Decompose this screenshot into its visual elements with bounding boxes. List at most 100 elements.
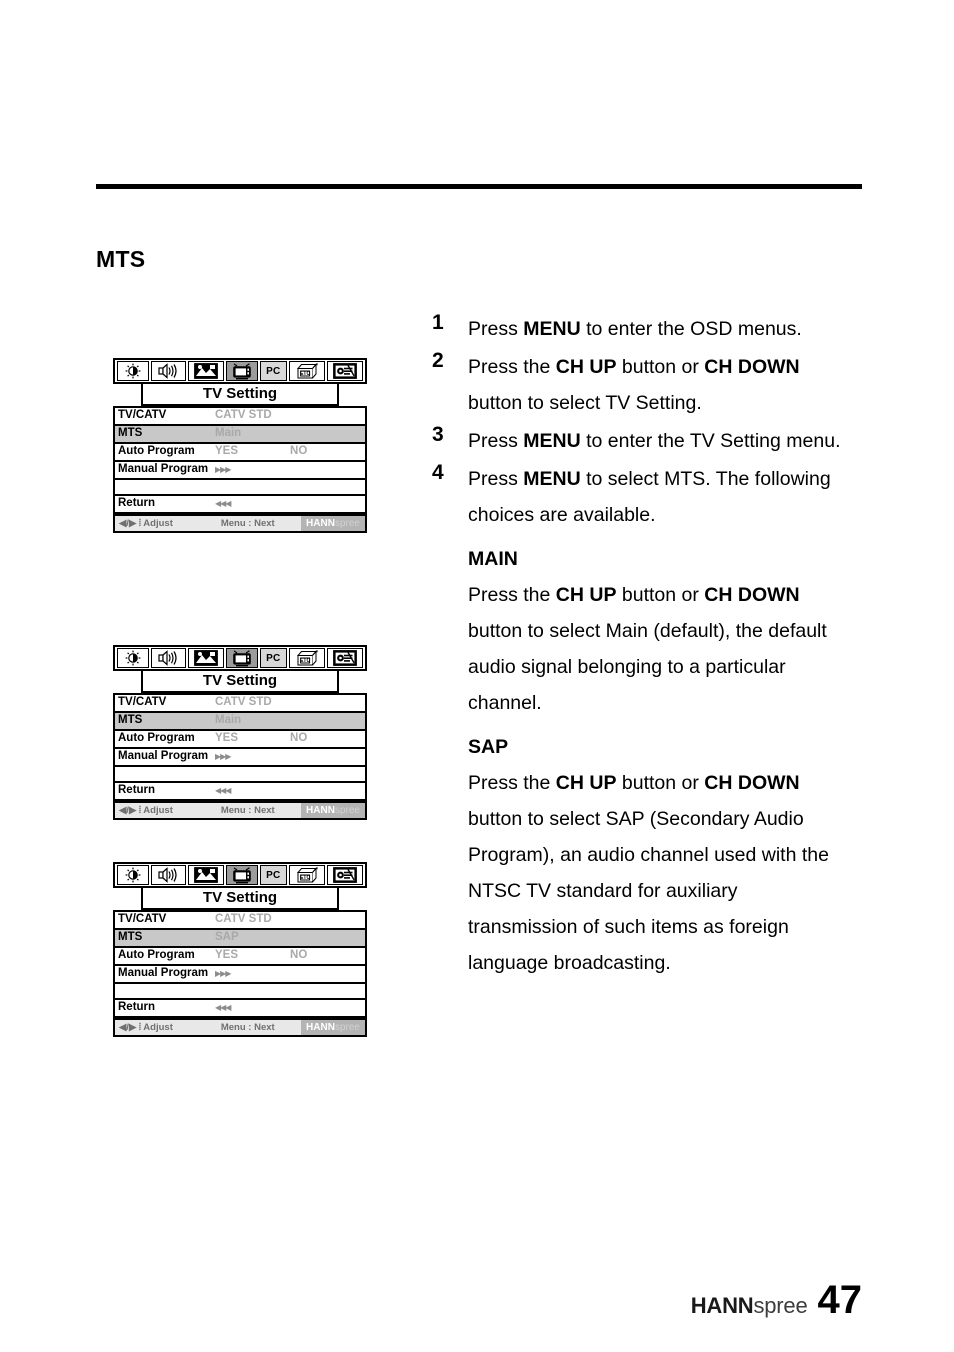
choice-description: Press the CH UP button or CH DOWN button… xyxy=(468,577,852,721)
osd-row[interactable]: Return ◀◀◀ xyxy=(115,1000,365,1018)
setup-tools-icon[interactable] xyxy=(326,865,364,885)
osd-row[interactable]: TV/CATV CATV STD xyxy=(115,408,365,426)
osd-adjust-hint: ◀/▶ ⦙ Adjust xyxy=(119,804,173,816)
osd-row-label: Auto Program xyxy=(118,949,195,962)
volume-speaker-icon[interactable] xyxy=(151,865,186,885)
picture-image-icon[interactable] xyxy=(187,361,224,381)
instruction-step: 1 Press MENU to enter the OSD menus. xyxy=(432,311,852,347)
brand-light: spree xyxy=(753,1293,808,1318)
osd-title-box: TV Setting xyxy=(141,671,339,693)
etc-box-icon[interactable]: ETC xyxy=(288,865,325,885)
osd-row[interactable]: Manual Program ▶▶▶ xyxy=(115,462,365,480)
arrow-left-icon: ◀◀◀ xyxy=(215,499,232,508)
etc-box-icon[interactable]: ETC xyxy=(288,361,325,381)
body-text: Press the xyxy=(468,772,556,794)
osd-item-list: TV/CATV CATV STD MTS SAP Auto Program YES NO Ma… xyxy=(113,910,367,1020)
body-text: button or xyxy=(616,356,705,378)
body-text: button or xyxy=(616,772,705,794)
osd-menu-screenshot-3: PC ETC TV Setting TV/CATV CATV STD MTS SAP Auto… xyxy=(113,862,367,1037)
osd-status-bar: ◀/▶ ⦙ Adjust Menu : Next HANN spree xyxy=(113,1020,367,1037)
osd-row-label: MTS xyxy=(118,714,143,727)
osd-brand-logo: HANN spree xyxy=(301,516,365,531)
osd-row-value-secondary: NO xyxy=(290,949,308,962)
osd-row[interactable]: Manual Program ▶▶▶ xyxy=(115,749,365,767)
osd-row[interactable]: TV/CATV CATV STD xyxy=(115,912,365,930)
header-rule xyxy=(96,184,862,189)
body-text: button to select TV Setting. xyxy=(468,392,702,414)
emphasis-text: CH DOWN xyxy=(704,584,800,606)
step-number: 4 xyxy=(432,461,444,484)
osd-title-spacer-right xyxy=(339,384,367,406)
tv-icon[interactable] xyxy=(225,648,258,668)
osd-item-list: TV/CATV CATV STD MTS Main Auto Program YES NO M… xyxy=(113,406,367,516)
svg-text:ETC: ETC xyxy=(300,875,310,881)
instruction-steps: 1 Press MENU to enter the OSD menus. 2 Pres… xyxy=(432,311,852,981)
setup-tools-icon[interactable] xyxy=(326,361,364,381)
osd-row-label: TV/CATV xyxy=(118,913,167,926)
setup-tools-icon[interactable] xyxy=(326,648,364,668)
tv-icon[interactable] xyxy=(225,361,258,381)
osd-icon-bar: PC ETC xyxy=(113,645,367,671)
page-footer: HANNspree 47 xyxy=(691,1280,862,1320)
emphasis-text: MENU xyxy=(523,318,581,340)
osd-menu-screenshot-2: PC ETC TV Setting TV/CATV CATV STD MTS Main Aut… xyxy=(113,645,367,820)
osd-brand-light: spree xyxy=(334,1021,360,1033)
brand-bold: HANN xyxy=(690,1293,754,1318)
brightness-contrast-icon[interactable] xyxy=(117,648,150,668)
osd-row[interactable]: Return ◀◀◀ xyxy=(115,496,365,514)
body-text: button to select SAP (Secondary Audio Pr… xyxy=(468,808,829,974)
picture-image-icon[interactable] xyxy=(187,648,224,668)
osd-title-spacer-left xyxy=(113,384,141,406)
osd-row-label: Auto Program xyxy=(118,732,195,745)
osd-icon-label: PC xyxy=(266,869,281,881)
choice-description: Press the CH UP button or CH DOWN button… xyxy=(468,765,852,981)
body-text: button or xyxy=(616,584,705,606)
osd-row[interactable]: Auto Program YES NO xyxy=(115,948,365,966)
instruction-step: 3 Press MENU to enter the TV Setting menu… xyxy=(432,423,852,459)
osd-row[interactable]: Auto Program YES NO xyxy=(115,731,365,749)
osd-icon-bar: PC ETC xyxy=(113,862,367,888)
osd-row-value: Main xyxy=(215,714,242,727)
body-text: Press xyxy=(468,430,524,452)
osd-row[interactable]: MTS Main xyxy=(115,426,365,444)
step-text: Press MENU to enter the TV Setting menu. xyxy=(468,423,852,459)
tv-icon[interactable] xyxy=(225,865,258,885)
step-text: Press the CH UP button or CH DOWN button… xyxy=(468,349,852,421)
brightness-contrast-icon[interactable] xyxy=(117,361,150,381)
volume-speaker-icon[interactable] xyxy=(151,648,186,668)
pc-icon[interactable]: PC xyxy=(260,865,287,885)
volume-speaker-icon[interactable] xyxy=(151,361,186,381)
osd-title: TV Setting xyxy=(202,888,278,906)
body-text: Press the xyxy=(468,584,556,606)
osd-adjust-hint: ◀/▶ ⦙ Adjust xyxy=(119,517,173,529)
osd-row[interactable]: TV/CATV CATV STD xyxy=(115,695,365,713)
osd-row[interactable]: Manual Program ▶▶▶ xyxy=(115,966,365,984)
osd-row[interactable]: MTS SAP xyxy=(115,930,365,948)
osd-row-value: CATV STD xyxy=(215,913,272,926)
osd-row-label: Return xyxy=(118,497,156,510)
osd-row-label: Manual Program xyxy=(118,967,209,980)
body-text: to enter the OSD menus. xyxy=(580,318,802,340)
emphasis-text: CH DOWN xyxy=(704,356,800,378)
etc-box-icon[interactable]: ETC xyxy=(288,648,325,668)
osd-row-label: Return xyxy=(118,1001,156,1014)
choice-block: SAP Press the CH UP button or CH DOWN but… xyxy=(432,729,852,981)
choice-heading: MAIN xyxy=(468,548,518,570)
emphasis-text: MENU xyxy=(523,430,581,452)
step-number: 1 xyxy=(432,311,444,334)
osd-row-value: YES xyxy=(215,949,239,962)
pc-icon[interactable]: PC xyxy=(260,648,287,668)
osd-adjust-hint: ◀/▶ ⦙ Adjust xyxy=(119,1021,173,1033)
brightness-contrast-icon[interactable] xyxy=(117,865,150,885)
osd-row-spacer xyxy=(115,767,365,783)
osd-brand-logo: HANN spree xyxy=(301,1020,365,1035)
osd-row[interactable]: Auto Program YES NO xyxy=(115,444,365,462)
osd-row-value-secondary: NO xyxy=(290,445,308,458)
osd-icon-label: PC xyxy=(266,365,281,377)
body-text: button to select Main (default), the def… xyxy=(468,620,827,714)
osd-row-value-secondary: NO xyxy=(290,732,308,745)
osd-row[interactable]: MTS Main xyxy=(115,713,365,731)
picture-image-icon[interactable] xyxy=(187,865,224,885)
pc-icon[interactable]: PC xyxy=(260,361,287,381)
osd-row[interactable]: Return ◀◀◀ xyxy=(115,783,365,801)
